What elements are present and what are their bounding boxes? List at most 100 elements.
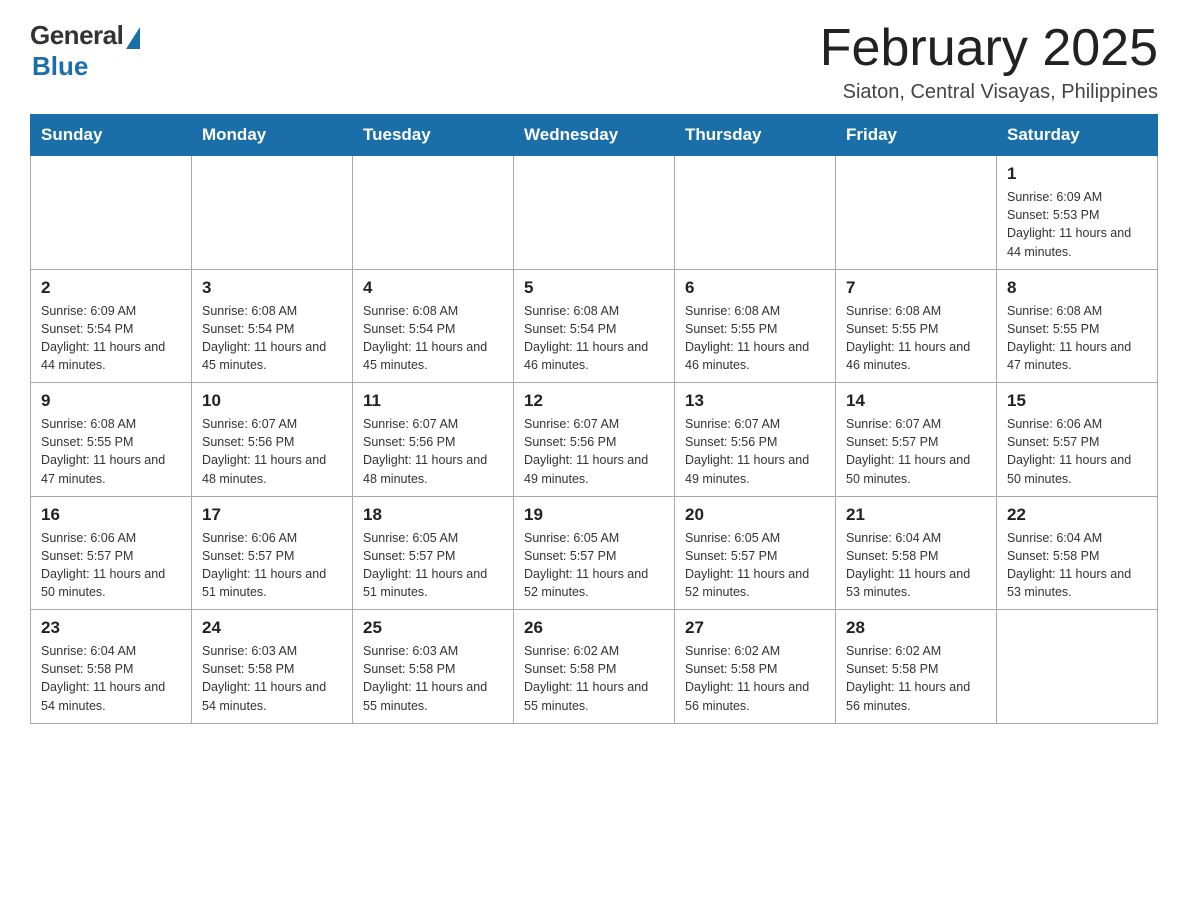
- calendar-day-cell: 18 Sunrise: 6:05 AM Sunset: 5:57 PM Dayli…: [353, 496, 514, 610]
- calendar-day-cell: 16 Sunrise: 6:06 AM Sunset: 5:57 PM Dayli…: [31, 496, 192, 610]
- day-number: 28: [846, 618, 986, 638]
- day-number: 17: [202, 505, 342, 525]
- weekday-header-sunday: Sunday: [31, 115, 192, 156]
- weekday-header-row: SundayMondayTuesdayWednesdayThursdayFrid…: [31, 115, 1158, 156]
- day-info: Sunrise: 6:04 AM Sunset: 5:58 PM Dayligh…: [41, 642, 181, 715]
- day-number: 21: [846, 505, 986, 525]
- day-info: Sunrise: 6:09 AM Sunset: 5:53 PM Dayligh…: [1007, 188, 1147, 261]
- day-info: Sunrise: 6:02 AM Sunset: 5:58 PM Dayligh…: [685, 642, 825, 715]
- day-info: Sunrise: 6:04 AM Sunset: 5:58 PM Dayligh…: [846, 529, 986, 602]
- page-header: General Blue February 2025 Siaton, Centr…: [30, 20, 1158, 104]
- calendar-table: SundayMondayTuesdayWednesdayThursdayFrid…: [30, 114, 1158, 724]
- day-number: 8: [1007, 278, 1147, 298]
- logo-blue-text: Blue: [32, 51, 88, 82]
- day-number: 20: [685, 505, 825, 525]
- calendar-day-cell: 13 Sunrise: 6:07 AM Sunset: 5:56 PM Dayli…: [675, 383, 836, 497]
- logo: General Blue: [30, 20, 140, 82]
- day-info: Sunrise: 6:07 AM Sunset: 5:56 PM Dayligh…: [685, 415, 825, 488]
- calendar-day-cell: [836, 156, 997, 270]
- calendar-day-cell: 17Sunrise: 6:06 AM Sunset: 5:57 PM Dayli…: [192, 496, 353, 610]
- day-info: Sunrise: 6:07 AM Sunset: 5:56 PM Dayligh…: [363, 415, 503, 488]
- logo-general-text: General: [30, 20, 123, 51]
- calendar-day-cell: 28 Sunrise: 6:02 AM Sunset: 5:58 PM Dayli…: [836, 610, 997, 724]
- day-number: 2: [41, 278, 181, 298]
- day-number: 9: [41, 391, 181, 411]
- day-info: Sunrise: 6:08 AM Sunset: 5:54 PM Dayligh…: [202, 302, 342, 375]
- day-number: 12: [524, 391, 664, 411]
- day-number: 15: [1007, 391, 1147, 411]
- weekday-header-monday: Monday: [192, 115, 353, 156]
- calendar-day-cell: [997, 610, 1158, 724]
- calendar-day-cell: 20 Sunrise: 6:05 AM Sunset: 5:57 PM Dayli…: [675, 496, 836, 610]
- day-number: 24: [202, 618, 342, 638]
- weekday-header-friday: Friday: [836, 115, 997, 156]
- day-number: 7: [846, 278, 986, 298]
- calendar-week-row: 16 Sunrise: 6:06 AM Sunset: 5:57 PM Dayli…: [31, 496, 1158, 610]
- day-number: 13: [685, 391, 825, 411]
- calendar-title: February 2025: [820, 20, 1158, 77]
- day-number: 27: [685, 618, 825, 638]
- day-number: 1: [1007, 164, 1147, 184]
- calendar-day-cell: 4 Sunrise: 6:08 AM Sunset: 5:54 PM Daylig…: [353, 269, 514, 383]
- weekday-header-saturday: Saturday: [997, 115, 1158, 156]
- calendar-day-cell: 1 Sunrise: 6:09 AM Sunset: 5:53 PM Daylig…: [997, 156, 1158, 270]
- day-number: 26: [524, 618, 664, 638]
- calendar-day-cell: 23 Sunrise: 6:04 AM Sunset: 5:58 PM Dayli…: [31, 610, 192, 724]
- day-info: Sunrise: 6:06 AM Sunset: 5:57 PM Dayligh…: [41, 529, 181, 602]
- day-number: 14: [846, 391, 986, 411]
- calendar-day-cell: 3 Sunrise: 6:08 AM Sunset: 5:54 PM Daylig…: [192, 269, 353, 383]
- calendar-day-cell: 9Sunrise: 6:08 AM Sunset: 5:55 PM Daylig…: [31, 383, 192, 497]
- day-info: Sunrise: 6:06 AM Sunset: 5:57 PM Dayligh…: [1007, 415, 1147, 488]
- weekday-header-wednesday: Wednesday: [514, 115, 675, 156]
- calendar-week-row: 2 Sunrise: 6:09 AM Sunset: 5:54 PM Daylig…: [31, 269, 1158, 383]
- day-number: 16: [41, 505, 181, 525]
- day-number: 18: [363, 505, 503, 525]
- day-number: 4: [363, 278, 503, 298]
- calendar-day-cell: 26 Sunrise: 6:02 AM Sunset: 5:58 PM Dayli…: [514, 610, 675, 724]
- day-number: 19: [524, 505, 664, 525]
- weekday-header-tuesday: Tuesday: [353, 115, 514, 156]
- day-info: Sunrise: 6:05 AM Sunset: 5:57 PM Dayligh…: [685, 529, 825, 602]
- calendar-day-cell: 24 Sunrise: 6:03 AM Sunset: 5:58 PM Dayli…: [192, 610, 353, 724]
- calendar-day-cell: 2 Sunrise: 6:09 AM Sunset: 5:54 PM Daylig…: [31, 269, 192, 383]
- day-info: Sunrise: 6:09 AM Sunset: 5:54 PM Dayligh…: [41, 302, 181, 375]
- day-number: 23: [41, 618, 181, 638]
- calendar-day-cell: 27 Sunrise: 6:02 AM Sunset: 5:58 PM Dayli…: [675, 610, 836, 724]
- day-number: 3: [202, 278, 342, 298]
- calendar-day-cell: 12 Sunrise: 6:07 AM Sunset: 5:56 PM Dayli…: [514, 383, 675, 497]
- day-info: Sunrise: 6:05 AM Sunset: 5:57 PM Dayligh…: [524, 529, 664, 602]
- calendar-day-cell: 8 Sunrise: 6:08 AM Sunset: 5:55 PM Daylig…: [997, 269, 1158, 383]
- logo-triangle-icon: [126, 27, 140, 49]
- calendar-day-cell: [353, 156, 514, 270]
- day-info: Sunrise: 6:03 AM Sunset: 5:58 PM Dayligh…: [363, 642, 503, 715]
- day-info: Sunrise: 6:08 AM Sunset: 5:54 PM Dayligh…: [524, 302, 664, 375]
- calendar-day-cell: 22Sunrise: 6:04 AM Sunset: 5:58 PM Dayli…: [997, 496, 1158, 610]
- day-number: 6: [685, 278, 825, 298]
- calendar-day-cell: 6Sunrise: 6:08 AM Sunset: 5:55 PM Daylig…: [675, 269, 836, 383]
- calendar-week-row: 1 Sunrise: 6:09 AM Sunset: 5:53 PM Daylig…: [31, 156, 1158, 270]
- day-info: Sunrise: 6:08 AM Sunset: 5:55 PM Dayligh…: [846, 302, 986, 375]
- calendar-subtitle: Siaton, Central Visayas, Philippines: [820, 81, 1158, 104]
- calendar-day-cell: 19 Sunrise: 6:05 AM Sunset: 5:57 PM Dayli…: [514, 496, 675, 610]
- calendar-week-row: 9Sunrise: 6:08 AM Sunset: 5:55 PM Daylig…: [31, 383, 1158, 497]
- day-number: 25: [363, 618, 503, 638]
- calendar-week-row: 23 Sunrise: 6:04 AM Sunset: 5:58 PM Dayli…: [31, 610, 1158, 724]
- day-info: Sunrise: 6:07 AM Sunset: 5:56 PM Dayligh…: [524, 415, 664, 488]
- calendar-day-cell: 21 Sunrise: 6:04 AM Sunset: 5:58 PM Dayli…: [836, 496, 997, 610]
- calendar-day-cell: 15 Sunrise: 6:06 AM Sunset: 5:57 PM Dayli…: [997, 383, 1158, 497]
- day-number: 5: [524, 278, 664, 298]
- day-info: Sunrise: 6:05 AM Sunset: 5:57 PM Dayligh…: [363, 529, 503, 602]
- day-info: Sunrise: 6:04 AM Sunset: 5:58 PM Dayligh…: [1007, 529, 1147, 602]
- day-info: Sunrise: 6:08 AM Sunset: 5:55 PM Dayligh…: [1007, 302, 1147, 375]
- calendar-day-cell: 5 Sunrise: 6:08 AM Sunset: 5:54 PM Daylig…: [514, 269, 675, 383]
- title-section: February 2025 Siaton, Central Visayas, P…: [820, 20, 1158, 104]
- day-info: Sunrise: 6:02 AM Sunset: 5:58 PM Dayligh…: [846, 642, 986, 715]
- day-info: Sunrise: 6:03 AM Sunset: 5:58 PM Dayligh…: [202, 642, 342, 715]
- weekday-header-thursday: Thursday: [675, 115, 836, 156]
- day-info: Sunrise: 6:08 AM Sunset: 5:54 PM Dayligh…: [363, 302, 503, 375]
- calendar-body: 1 Sunrise: 6:09 AM Sunset: 5:53 PM Daylig…: [31, 156, 1158, 724]
- calendar-day-cell: 25 Sunrise: 6:03 AM Sunset: 5:58 PM Dayli…: [353, 610, 514, 724]
- calendar-day-cell: 14Sunrise: 6:07 AM Sunset: 5:57 PM Dayli…: [836, 383, 997, 497]
- day-info: Sunrise: 6:02 AM Sunset: 5:58 PM Dayligh…: [524, 642, 664, 715]
- calendar-day-cell: 11Sunrise: 6:07 AM Sunset: 5:56 PM Dayli…: [353, 383, 514, 497]
